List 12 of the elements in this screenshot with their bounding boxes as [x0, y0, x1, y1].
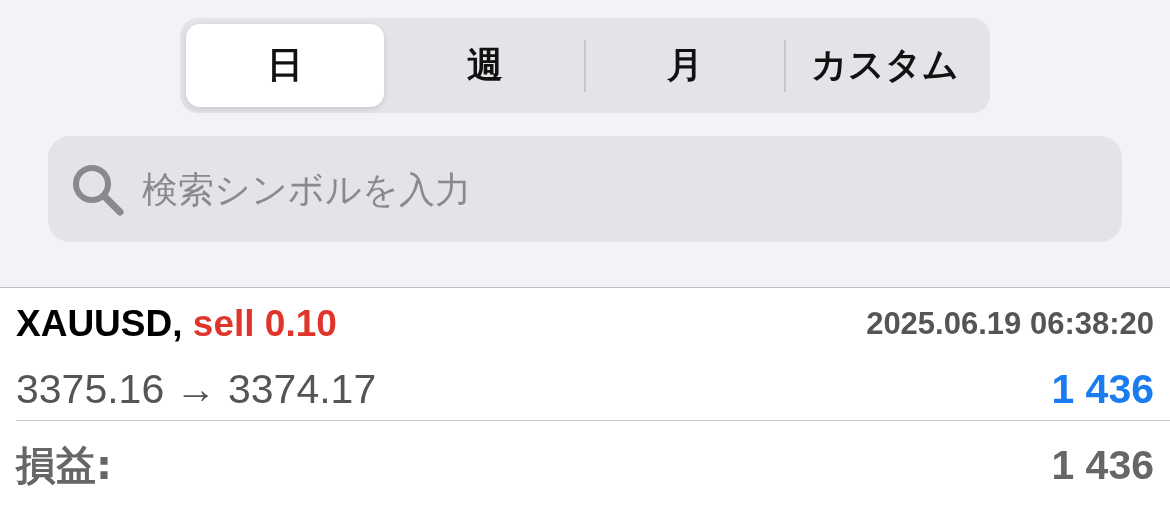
trade-time: 2025.06.19 06:38:20 [866, 306, 1154, 342]
trade-prices: 3375.16 → 3374.17 [16, 365, 377, 413]
period-tab[interactable]: 月 [586, 24, 784, 107]
period-tab[interactable]: カスタム [786, 24, 984, 107]
total-value: 1 436 [1051, 441, 1154, 489]
total-label: 損益: [16, 440, 112, 490]
trade-profit: 1 436 [1051, 365, 1154, 413]
period-tab[interactable]: 週 [386, 24, 584, 107]
period-tab[interactable]: 日 [186, 24, 384, 107]
search-field[interactable]: 検索シンボルを入力 [48, 136, 1122, 242]
search-icon [70, 162, 124, 216]
trade-title: XAUUSD, sell 0.10 [16, 303, 337, 345]
